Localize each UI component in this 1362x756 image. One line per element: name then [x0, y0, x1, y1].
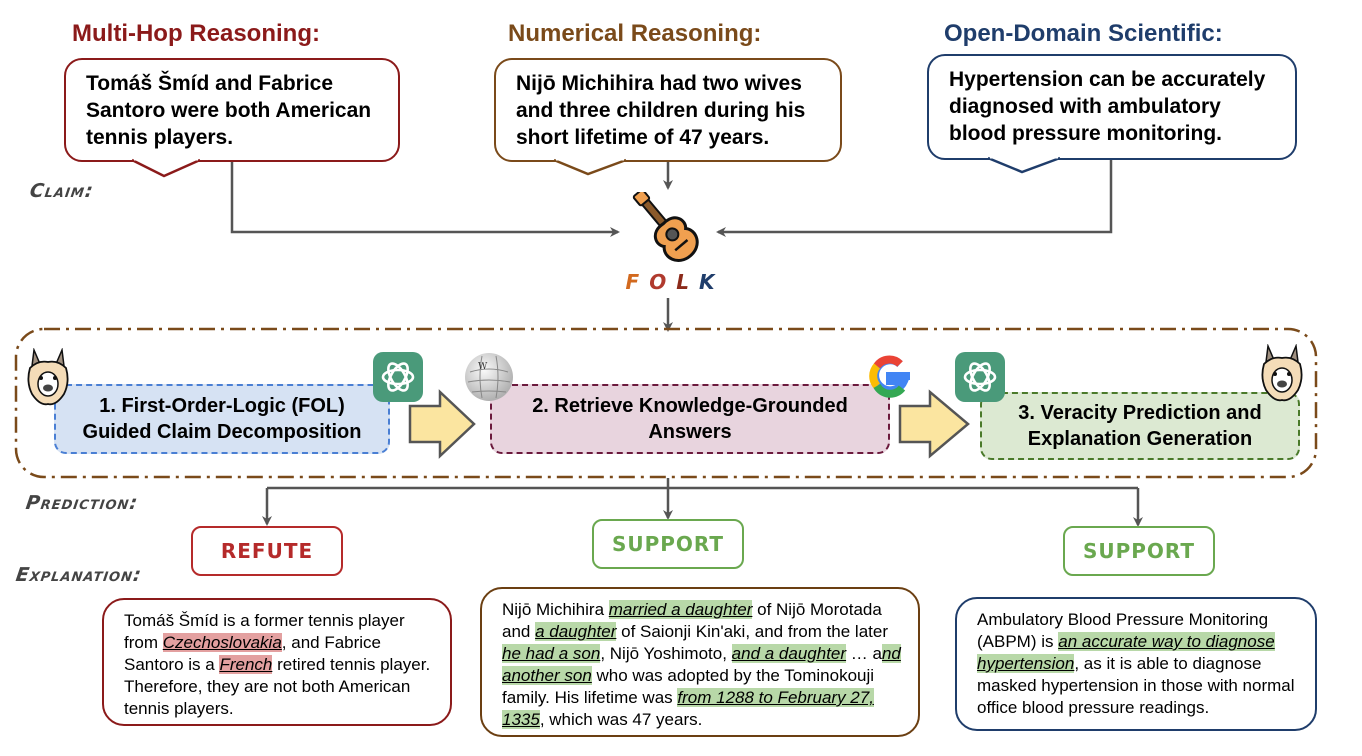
highlighted-evidence: a daughter	[535, 622, 617, 641]
explanation-box-numerical: Nijō Michihira married a daughter of Nij…	[480, 587, 920, 737]
folk-wordmark: FOLK	[610, 270, 730, 294]
chatgpt-icon	[373, 352, 423, 402]
verdict-support-scientific: SUPPORT	[1063, 526, 1215, 576]
stage-label: 3. Veracity Prediction and Explanation G…	[1018, 402, 1262, 450]
svg-text:W: W	[478, 362, 488, 372]
highlighted-evidence: and a daughter	[731, 644, 847, 663]
folk-letter-f: F	[625, 270, 640, 294]
claim-bubble-numerical: Nijō Michihira had two wives and three c…	[494, 58, 842, 162]
explanation-text: , Nijō Yoshimoto,	[600, 644, 732, 663]
claim-text: Tomáš Šmíd and Fabrice Santoro were both…	[86, 72, 372, 149]
stage-label: 1. First-Order-Logic (FOL) Guided Claim …	[82, 395, 362, 443]
claim-text: Hypertension can be accurately diagnosed…	[949, 68, 1266, 145]
stage-retrieve-answers: 2. Retrieve Knowledge-Grounded Answers	[490, 384, 890, 454]
claim-bubble-open-domain: Hypertension can be accurately diagnosed…	[927, 54, 1297, 160]
claim-text: Nijō Michihira had two wives and three c…	[516, 72, 806, 149]
google-icon	[869, 355, 910, 398]
verdict-support-numerical: SUPPORT	[592, 519, 744, 569]
claim-bubble-multi-hop: Tomáš Šmíd and Fabrice Santoro were both…	[64, 58, 400, 162]
verdict-refute: REFUTE	[191, 526, 343, 576]
category-title-multi-hop: Multi-Hop Reasoning:	[72, 20, 320, 47]
explanation-text: of Saionji Kin'aki, and from the later	[616, 622, 889, 641]
category-title-numerical: Numerical Reasoning:	[508, 20, 762, 47]
alpaca-icon	[1261, 344, 1303, 402]
stage-fol-decomposition: 1. First-Order-Logic (FOL) Guided Claim …	[54, 384, 390, 454]
folk-letter-k: K	[698, 270, 715, 294]
highlighted-evidence: he had a son	[502, 644, 601, 663]
highlighted-evidence: French	[219, 655, 273, 674]
category-title-open-domain: Open-Domain Scientific:	[944, 20, 1223, 47]
explanation-text: Nijō Michihira	[502, 600, 609, 619]
stage-veracity-prediction: 3. Veracity Prediction and Explanation G…	[980, 392, 1300, 460]
folk-letter-l: L	[676, 270, 689, 294]
explanation-text: , which was 47 years.	[539, 710, 703, 729]
highlighted-evidence: Czechoslovakia	[162, 633, 282, 652]
alpaca-icon	[27, 348, 69, 406]
bubble-tail	[987, 156, 1061, 174]
explanation-box-open-domain: Ambulatory Blood Pressure Monitoring (AB…	[955, 597, 1317, 731]
explanation-label: Explanation:	[14, 564, 144, 586]
arrow-pipeline-to-predictions	[267, 478, 1138, 490]
stage-label: 2. Retrieve Knowledge-Grounded Answers	[532, 395, 848, 443]
chatgpt-icon	[955, 352, 1005, 402]
explanation-box-multi-hop: Tomáš Šmíd is a former tennis player fro…	[102, 598, 452, 726]
bubble-tail	[553, 158, 627, 176]
guitar-icon	[632, 192, 699, 262]
highlighted-evidence: married a daughter	[608, 600, 753, 619]
bubble-tail	[131, 158, 201, 178]
folk-letter-o: O	[649, 270, 667, 294]
prediction-label: Prediction:	[24, 492, 140, 514]
explanation-text: … a	[846, 644, 882, 663]
wikipedia-icon: W	[465, 353, 513, 401]
claim-label: Claim:	[28, 180, 96, 202]
